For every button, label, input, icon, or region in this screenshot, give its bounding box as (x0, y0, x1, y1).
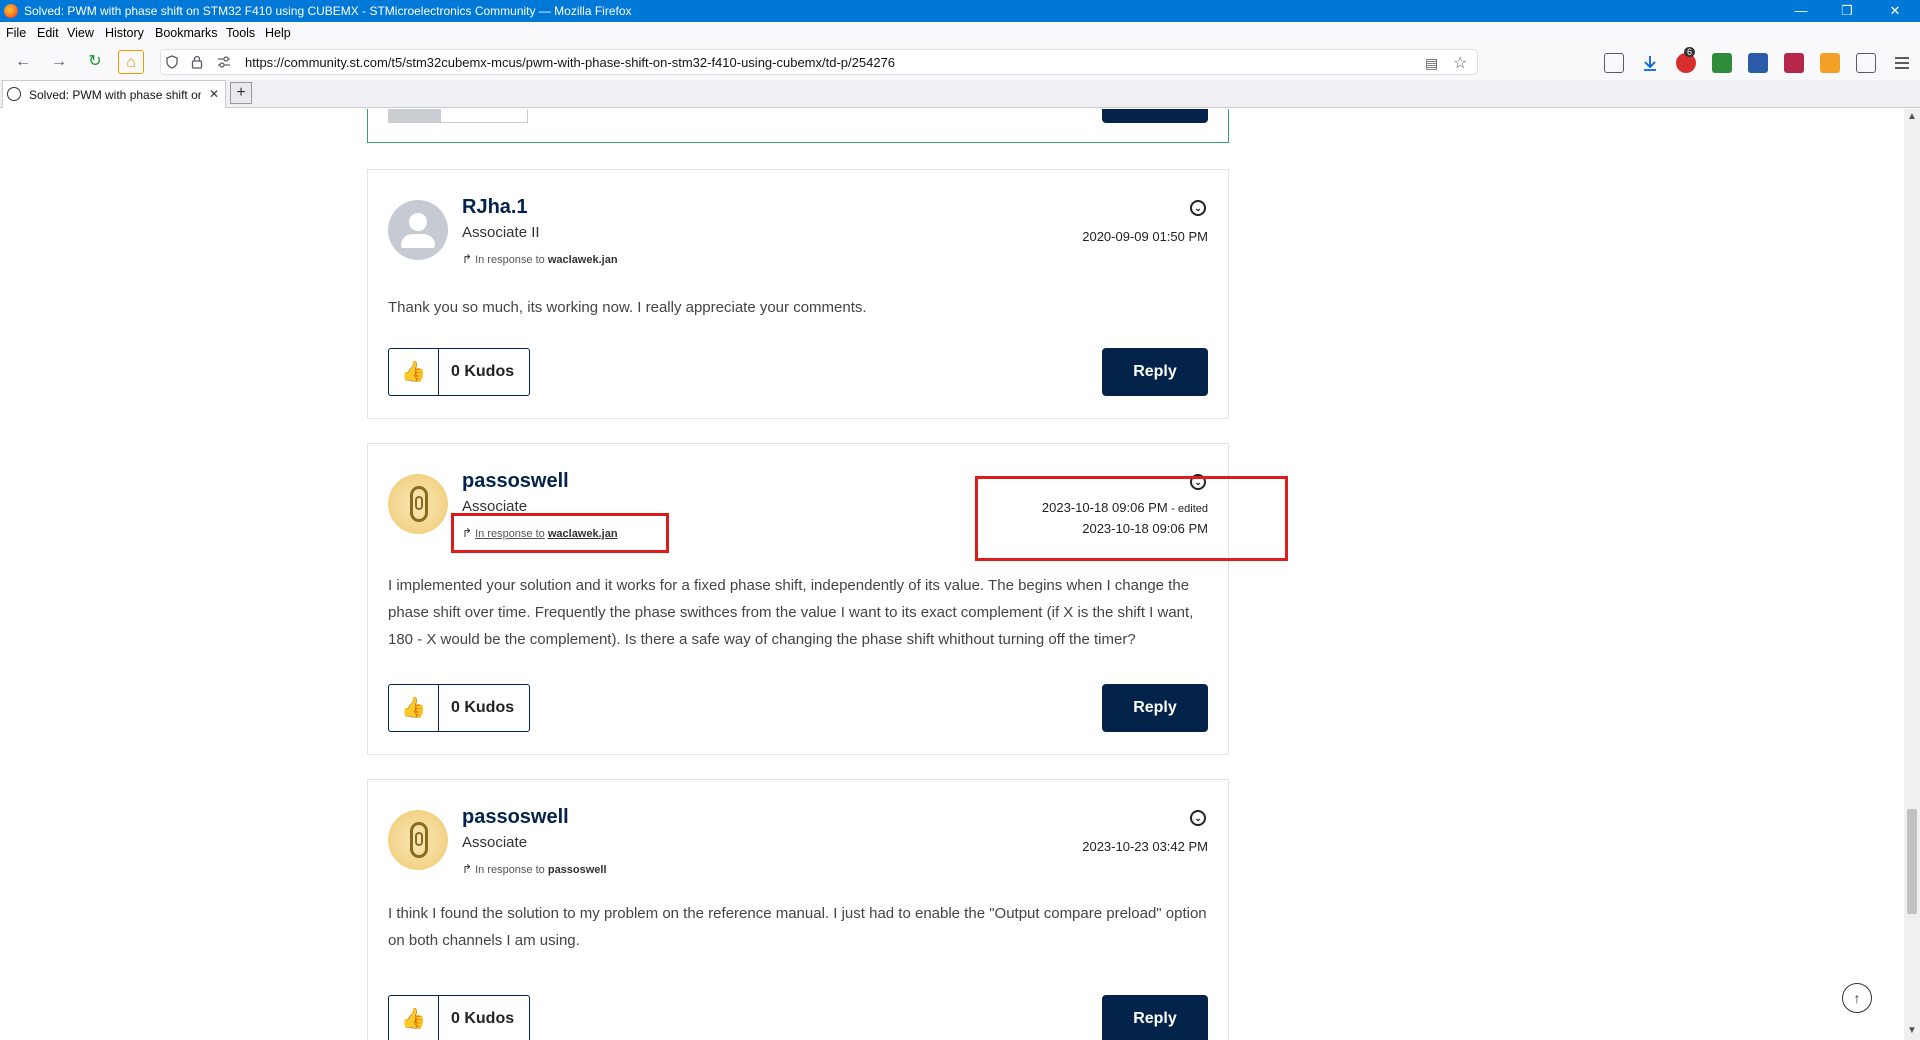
post-username[interactable]: RJha.1 (462, 196, 528, 219)
previous-kudos-thumb[interactable] (388, 109, 440, 123)
reply-button[interactable]: Reply (1102, 684, 1208, 732)
avatar[interactable] (388, 474, 448, 534)
reply-arrow-icon: ↱ (462, 252, 473, 266)
reader-view-icon[interactable]: ▤ (1425, 55, 1438, 72)
permissions-icon[interactable] (217, 55, 231, 72)
tab-active[interactable]: Solved: PWM with phase shift on ✕ (2, 80, 226, 108)
nav-bar: ← → ↻ ⌂ https://community.st.com/t5/stm3… (0, 44, 1920, 80)
globe-icon (7, 87, 21, 101)
previous-reply-button[interactable] (1102, 109, 1208, 123)
home-button[interactable]: ⌂ (118, 50, 144, 74)
highlight-edited-date (975, 476, 1288, 561)
previous-kudos-count[interactable] (440, 109, 528, 123)
kudos-count[interactable]: 0 Kudos (451, 363, 514, 381)
save-icon[interactable] (1748, 53, 1768, 73)
reload-button[interactable]: ↻ (82, 50, 108, 74)
bookmark-star-icon[interactable]: ☆ (1453, 53, 1467, 73)
page-scrollbar[interactable]: ▲ ▼ (1904, 109, 1920, 1040)
in-response-to[interactable]: ↱ In response to waclawek.jan (462, 252, 618, 266)
extension-red-icon[interactable] (1784, 53, 1804, 73)
post-rank: Associate II (462, 224, 540, 241)
avatar[interactable] (388, 810, 448, 870)
url-bar[interactable]: https://community.st.com/t5/stm32cubemx-… (160, 49, 1478, 75)
post-username[interactable]: passoswell (462, 470, 569, 493)
tab-title[interactable]: Solved: PWM with phase shift on (29, 82, 201, 108)
thumbs-up-icon[interactable]: 👍 (389, 685, 439, 731)
browser-window: Solved: PWM with phase shift on STM32 F4… (0, 0, 1920, 1040)
menu-file[interactable]: File (6, 22, 26, 44)
lock-icon[interactable] (191, 55, 203, 72)
downloads-icon[interactable] (1640, 53, 1660, 73)
thumbs-up-icon[interactable]: 👍 (389, 349, 439, 395)
kudos-count[interactable]: 0 Kudos (451, 1010, 514, 1028)
new-tab-button[interactable]: + (230, 82, 252, 104)
title-bar: Solved: PWM with phase shift on STM32 F4… (0, 0, 1920, 22)
previous-post-card (367, 109, 1229, 143)
menu-tools[interactable]: Tools (226, 22, 255, 44)
post-body: I think I found the solution to my probl… (388, 905, 1207, 949)
badge-count: 6 (1684, 47, 1696, 57)
extensions-puzzle-icon[interactable] (1856, 53, 1876, 73)
menu-history[interactable]: History (105, 22, 144, 44)
restore-button[interactable]: ❐ (1824, 0, 1870, 22)
thumbs-up-icon[interactable]: 👍 (389, 996, 439, 1040)
post-date: 2020-09-09 01:50 PM (1082, 229, 1208, 244)
window-title: Solved: PWM with phase shift on STM32 F4… (24, 4, 632, 18)
tab-bar: Solved: PWM with phase shift on ✕ + (0, 80, 1920, 108)
post-body: Thank you so much, its working now. I re… (388, 299, 867, 316)
scroll-down-arrow-icon[interactable]: ▼ (1907, 1025, 1917, 1036)
menu-view[interactable]: View (67, 22, 94, 44)
menu-edit[interactable]: Edit (37, 22, 59, 44)
options-chevron-icon[interactable]: ⌄ (1190, 810, 1206, 826)
post-username[interactable]: passoswell (462, 806, 569, 829)
options-chevron-icon[interactable]: ⌄ (1190, 200, 1206, 216)
pocket-icon[interactable] (1604, 53, 1624, 73)
forward-button[interactable]: → (46, 50, 72, 74)
reply-button[interactable]: Reply (1102, 995, 1208, 1040)
scrollbar-thumb[interactable] (1907, 809, 1917, 914)
extension-badge-icon[interactable]: 6 (1676, 47, 1696, 73)
url-text[interactable]: https://community.st.com/t5/stm32cubemx-… (245, 55, 895, 70)
menu-bookmarks[interactable]: Bookmarks (155, 22, 218, 44)
close-window-button[interactable]: ✕ (1872, 0, 1918, 22)
shield-icon[interactable] (165, 55, 179, 72)
reply-button[interactable]: Reply (1102, 348, 1208, 396)
extension-orange-icon[interactable] (1820, 53, 1840, 73)
kudos-control: 👍 0 Kudos (388, 348, 530, 396)
menu-help[interactable]: Help (265, 22, 291, 44)
kudos-control: 👍 0 Kudos (388, 684, 530, 732)
reply-arrow-icon: ↱ (462, 862, 473, 876)
kudos-control: 👍 0 Kudos (388, 995, 530, 1040)
menu-hamburger-icon[interactable] (1892, 53, 1912, 73)
avatar[interactable] (388, 200, 448, 260)
scroll-up-arrow-icon[interactable]: ▲ (1907, 111, 1917, 122)
post-date: 2023-10-23 03:42 PM (1082, 839, 1208, 854)
extension-green-icon[interactable] (1712, 53, 1732, 73)
firefox-icon (4, 4, 18, 18)
in-response-to[interactable]: ↱ In response to passoswell (462, 862, 607, 876)
scroll-to-top-button[interactable]: ↑ (1842, 983, 1872, 1013)
menu-bar: File Edit View History Bookmarks Tools H… (0, 22, 1920, 44)
page-content: RJha.1 Associate II ↱ In response to wacl… (0, 109, 1904, 1040)
tab-close-icon[interactable]: ✕ (209, 81, 219, 107)
highlight-in-response (451, 513, 669, 553)
back-button[interactable]: ← (10, 50, 36, 74)
in-response-to-user[interactable]: passoswell (548, 864, 607, 876)
minimize-button[interactable]: — (1778, 0, 1824, 22)
post-rank: Associate (462, 834, 528, 851)
post-card: passoswell Associate ↱ In response to pas… (367, 779, 1229, 1040)
post-card: RJha.1 Associate II ↱ In response to wacl… (367, 169, 1229, 419)
in-response-to-user[interactable]: waclawek.jan (548, 254, 618, 266)
kudos-count[interactable]: 0 Kudos (451, 699, 514, 717)
post-body: I implemented your solution and it works… (388, 577, 1194, 648)
